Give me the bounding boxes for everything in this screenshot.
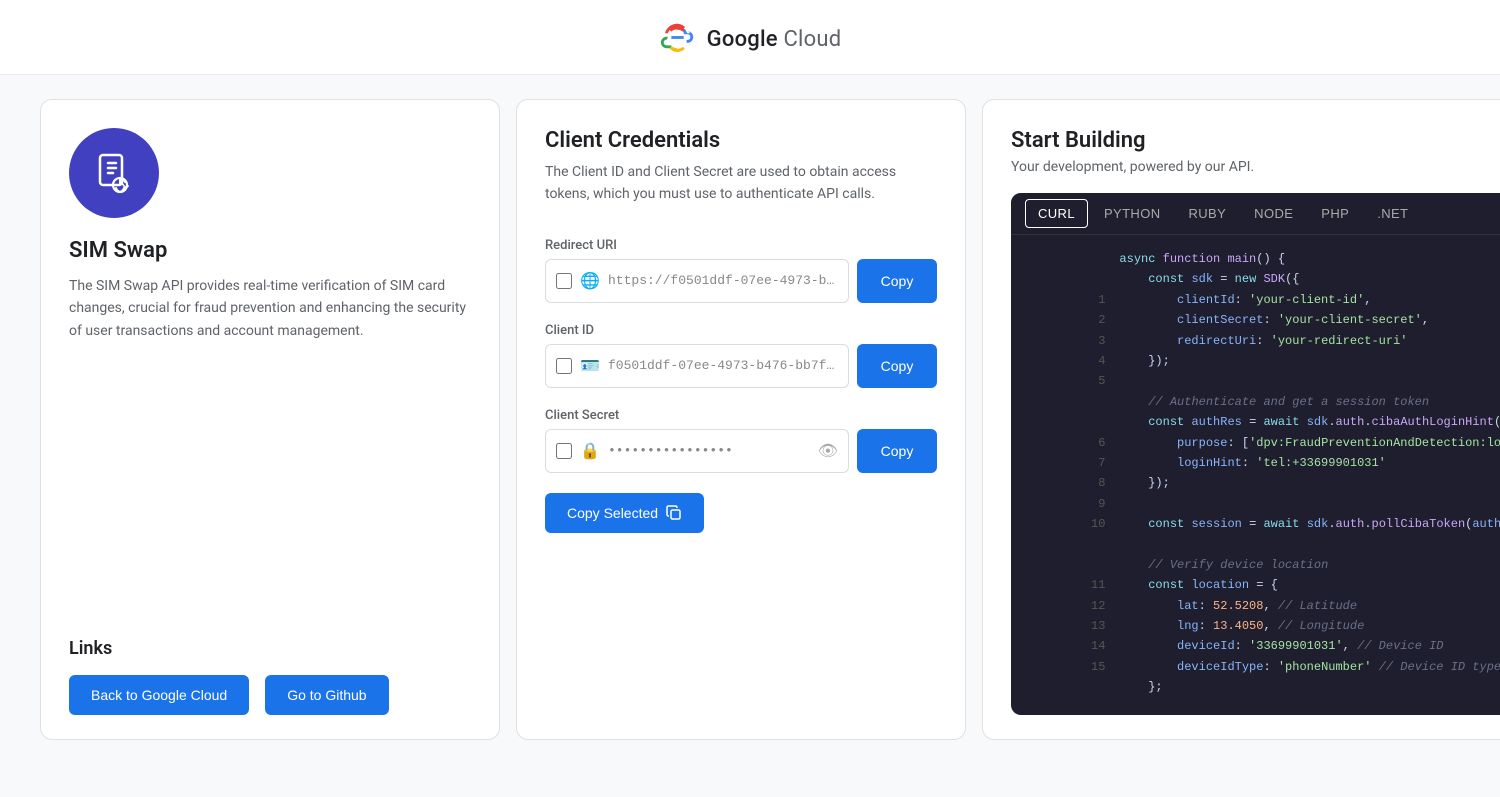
links-title: Links xyxy=(69,638,471,659)
code-text: async function main() { const sdk = new … xyxy=(1119,249,1500,715)
copy-selected-icon xyxy=(666,505,682,521)
client-secret-input-wrap: 🔒 •••••••••••••••• 👁 xyxy=(545,429,849,473)
header-title: Google Cloud xyxy=(707,27,842,52)
header-logo: Google Cloud xyxy=(659,18,842,60)
client-id-input-wrap: 🪪 f0501ddf-07ee-4973-b476-bb7f66363... xyxy=(545,344,849,388)
code-panel: CURL PYTHON RUBY NODE PHP .NET 12345 xyxy=(1011,193,1500,715)
redirect-uri-input-wrap: 🌐 https://f0501ddf-07ee-4973-b476-f63... xyxy=(545,259,849,303)
tab-dotnet[interactable]: .NET xyxy=(1363,194,1422,233)
sim-swap-icon xyxy=(90,149,138,197)
right-card: Start Building Your development, powered… xyxy=(982,99,1500,740)
redirect-uri-globe-icon: 🌐 xyxy=(580,271,600,290)
links-section: Links Back to Google Cloud Go to Github xyxy=(69,638,471,715)
tab-node[interactable]: NODE xyxy=(1240,194,1307,233)
links-buttons: Back to Google Cloud Go to Github xyxy=(69,675,471,715)
start-building-title: Start Building xyxy=(1011,128,1500,153)
client-id-row: 🪪 f0501ddf-07ee-4973-b476-bb7f66363... C… xyxy=(545,344,937,388)
code-tabs: CURL PYTHON RUBY NODE PHP .NET xyxy=(1011,193,1500,235)
code-content: 12345 678910 1112131415 1617181920 21222… xyxy=(1019,249,1500,715)
client-id-checkbox[interactable] xyxy=(556,358,572,374)
sim-swap-desc: The SIM Swap API provides real-time veri… xyxy=(69,275,471,342)
start-building-desc: Your development, powered by our API. xyxy=(1011,159,1500,175)
client-secret-eye-icon[interactable]: 👁 xyxy=(818,441,838,460)
tab-curl[interactable]: CURL xyxy=(1025,199,1088,228)
google-cloud-logo-icon xyxy=(659,18,697,60)
client-secret-lock-icon: 🔒 xyxy=(580,441,600,460)
client-secret-label: Client Secret xyxy=(545,408,937,423)
redirect-uri-row: 🌐 https://f0501ddf-07ee-4973-b476-f63...… xyxy=(545,259,937,303)
tab-php[interactable]: PHP xyxy=(1307,194,1363,233)
middle-card: Client Credentials The Client ID and Cli… xyxy=(516,99,966,740)
client-secret-copy-button[interactable]: Copy xyxy=(857,429,937,473)
credentials-title: Client Credentials xyxy=(545,128,937,153)
copy-selected-label: Copy Selected xyxy=(567,505,658,521)
client-secret-row: 🔒 •••••••••••••••• 👁 Copy xyxy=(545,429,937,473)
back-to-google-cloud-button[interactable]: Back to Google Cloud xyxy=(69,675,249,715)
redirect-uri-checkbox[interactable] xyxy=(556,273,572,289)
client-id-id-icon: 🪪 xyxy=(580,356,600,375)
client-id-copy-button[interactable]: Copy xyxy=(857,344,937,388)
redirect-uri-value: https://f0501ddf-07ee-4973-b476-f63... xyxy=(608,273,838,288)
client-id-label: Client ID xyxy=(545,323,937,338)
go-to-github-button[interactable]: Go to Github xyxy=(265,675,388,715)
left-card: SIM Swap The SIM Swap API provides real-… xyxy=(40,99,500,740)
line-numbers: 12345 678910 1112131415 1617181920 21222… xyxy=(1019,249,1119,715)
redirect-uri-label: Redirect URI xyxy=(545,238,937,253)
sim-swap-title: SIM Swap xyxy=(69,238,471,263)
client-secret-value: •••••••••••••••• xyxy=(608,443,810,458)
code-body: 12345 678910 1112131415 1617181920 21222… xyxy=(1011,235,1500,715)
redirect-uri-copy-button[interactable]: Copy xyxy=(857,259,937,303)
tab-ruby[interactable]: RUBY xyxy=(1174,194,1240,233)
client-id-value: f0501ddf-07ee-4973-b476-bb7f66363... xyxy=(608,358,838,373)
main-content: SIM Swap The SIM Swap API provides real-… xyxy=(20,75,1480,764)
tab-python[interactable]: PYTHON xyxy=(1090,194,1175,233)
sim-swap-icon-circle xyxy=(69,128,159,218)
header: Google Cloud xyxy=(0,0,1500,75)
credentials-desc: The Client ID and Client Secret are used… xyxy=(545,161,937,206)
copy-selected-button[interactable]: Copy Selected xyxy=(545,493,704,533)
client-secret-checkbox[interactable] xyxy=(556,443,572,459)
